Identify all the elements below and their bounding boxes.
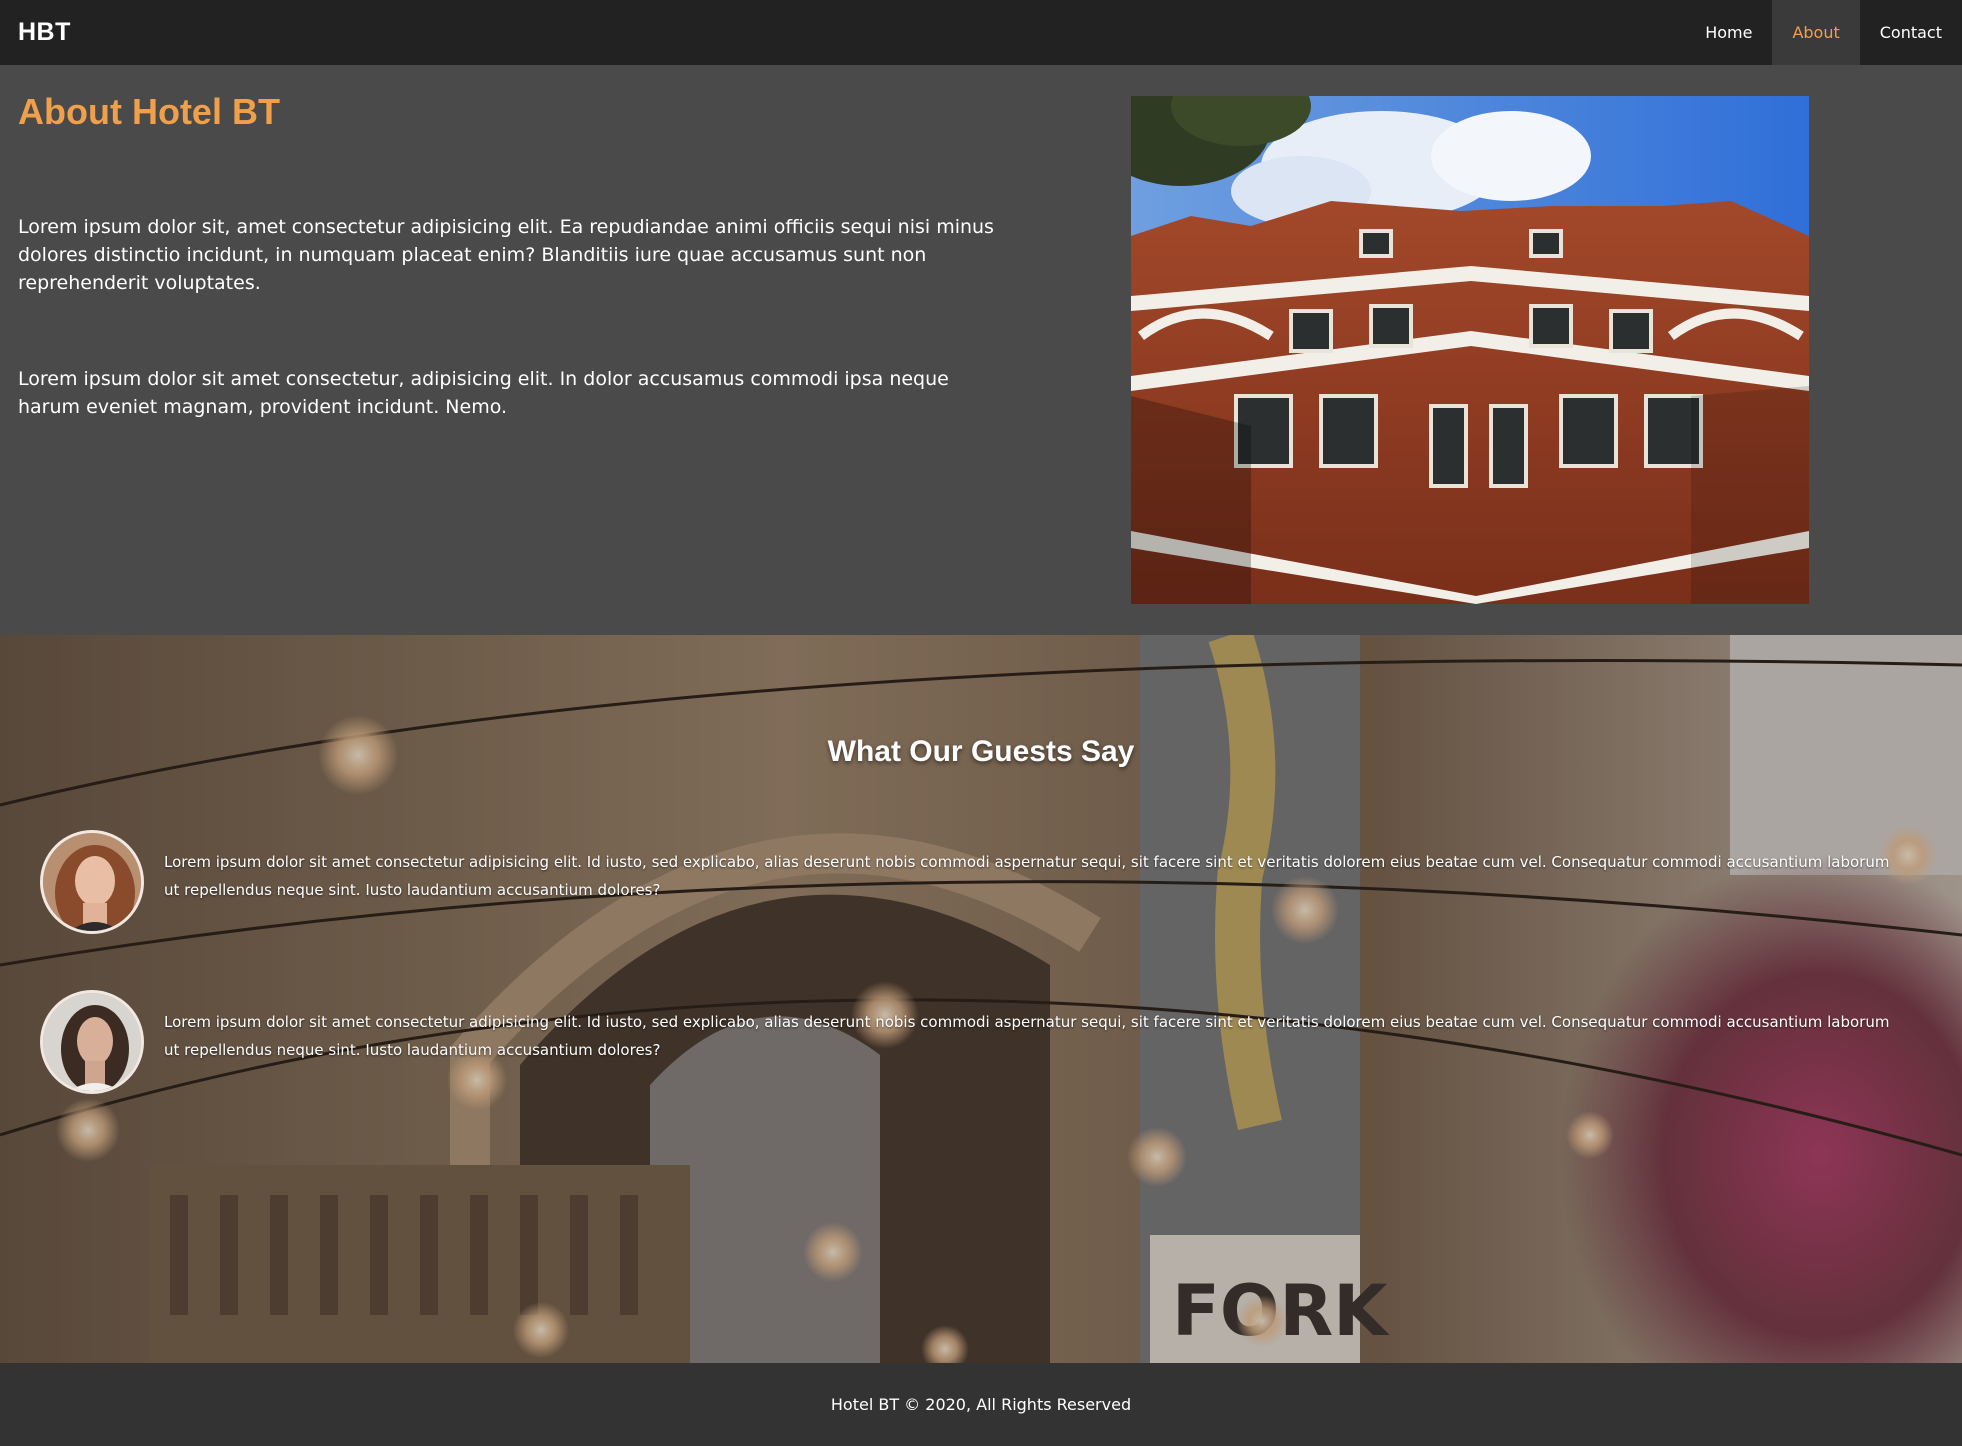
- hotel-building-photo: [1131, 96, 1809, 604]
- footer: Hotel BT © 2020, All Rights Reserved: [0, 1363, 1962, 1446]
- nav-link-contact[interactable]: Contact: [1860, 0, 1962, 65]
- testimonials-title: What Our Guests Say: [827, 735, 1135, 768]
- testimonial-item: Lorem ipsum dolor sit amet consectetur a…: [40, 990, 1940, 1094]
- about-section: About Hotel BT Lorem ipsum dolor sit, am…: [0, 65, 1962, 635]
- about-paragraph-2: Lorem ipsum dolor sit amet consectetur, …: [18, 368, 949, 418]
- guest-avatar: [40, 990, 144, 1094]
- testimonial-text: Lorem ipsum dolor sit amet consectetur a…: [164, 1013, 1890, 1059]
- guest-avatar: [40, 830, 144, 934]
- nav-link-home[interactable]: Home: [1685, 0, 1772, 65]
- testimonial-item: Lorem ipsum dolor sit amet consectetur a…: [40, 830, 1940, 934]
- brand-logo[interactable]: HBT: [0, 18, 71, 47]
- footer-copyright: Hotel BT © 2020, All Rights Reserved: [830, 1395, 1132, 1414]
- about-title: About Hotel BT: [18, 91, 280, 132]
- testimonials-section: FORK: [0, 635, 1962, 1363]
- navbar: HBT Home About Contact: [0, 0, 1962, 65]
- testimonial-text: Lorem ipsum dolor sit amet consectetur a…: [164, 853, 1890, 899]
- about-paragraph-1: Lorem ipsum dolor sit, amet consectetur …: [18, 216, 994, 294]
- nav-link-about[interactable]: About: [1772, 0, 1860, 65]
- nav-links: Home About Contact: [1685, 0, 1962, 65]
